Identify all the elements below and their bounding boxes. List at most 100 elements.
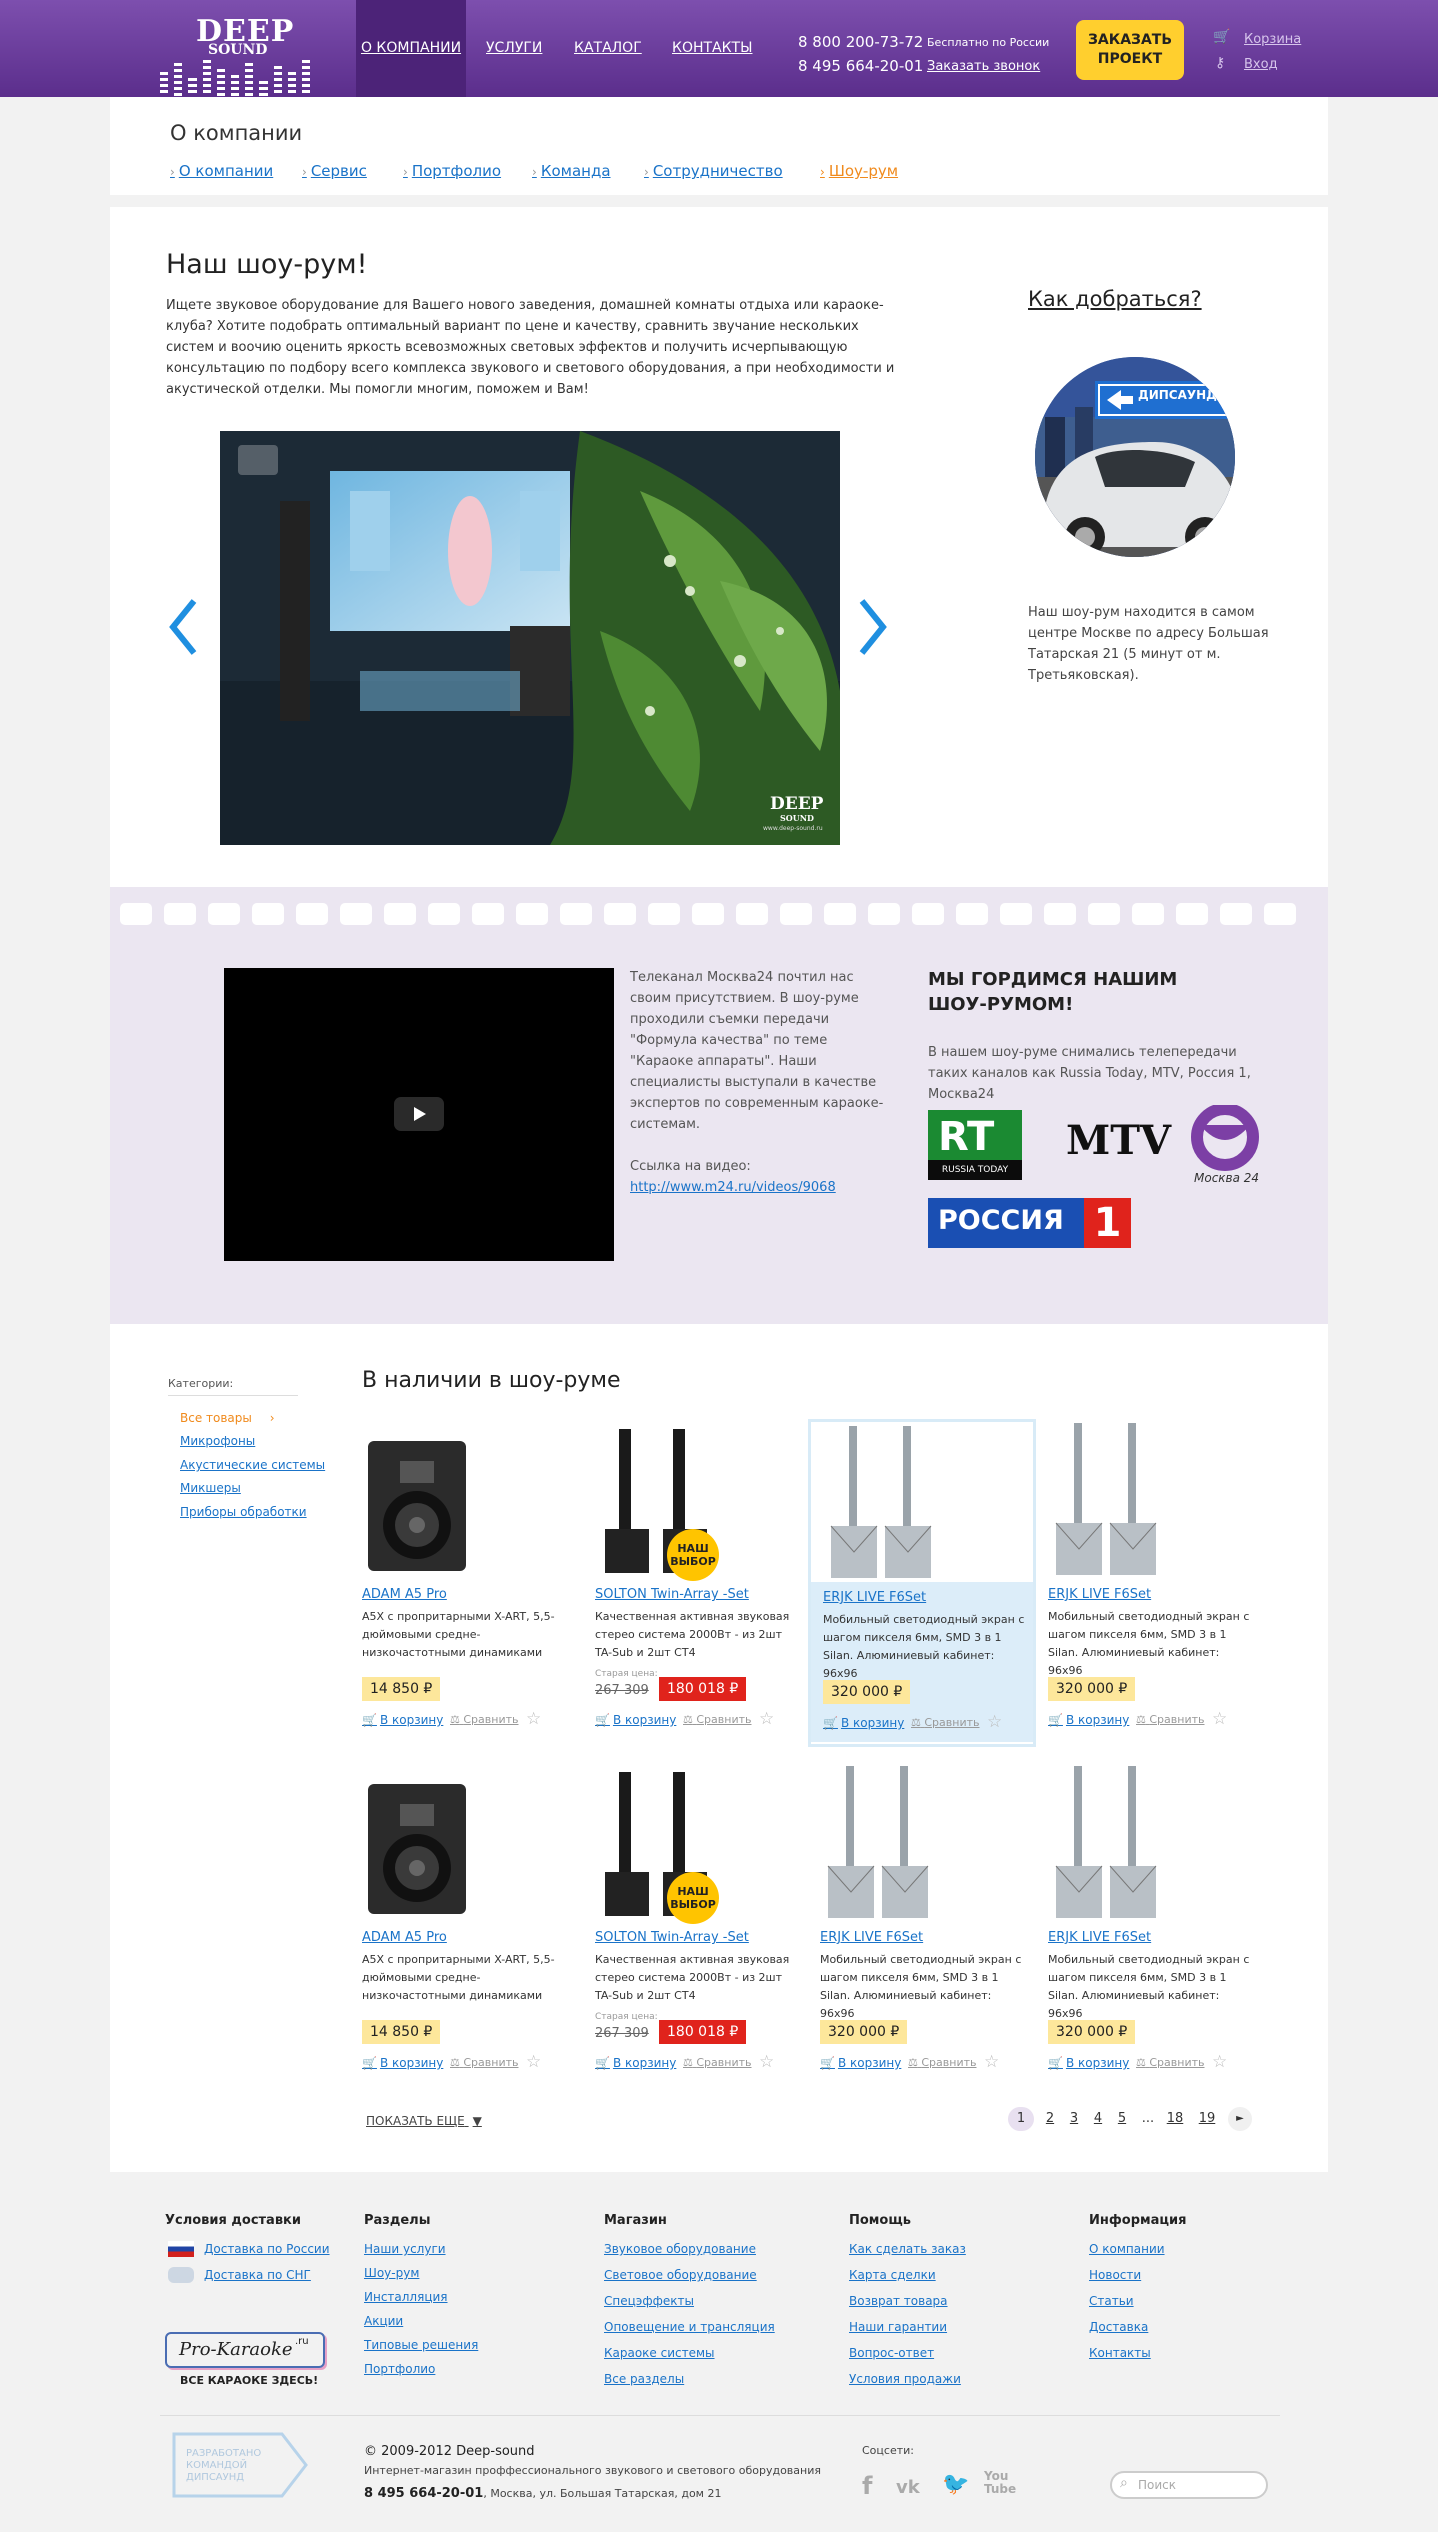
footer-link[interactable]: Караоке системы	[604, 2346, 715, 2360]
search-input[interactable]: Поиск	[1110, 2471, 1268, 2499]
compare-button[interactable]: ⚖ Сравнить	[450, 2056, 519, 2069]
play-icon[interactable]	[394, 1097, 444, 1131]
pro-karaoke-logo[interactable]: Pro-Karaoke .ru	[165, 2332, 325, 2368]
product-card[interactable]: ERJK LIVE F6Set Мобильный светодиодный эк…	[808, 1419, 1036, 1747]
footer-link[interactable]: Вопрос-ответ	[849, 2346, 934, 2360]
star-icon[interactable]: ☆	[1212, 1709, 1227, 1729]
nav-services[interactable]: УСЛУГИ	[486, 0, 542, 97]
category-processors[interactable]: Приборы обработки	[180, 1505, 307, 1519]
footer-link[interactable]: Новости	[1089, 2268, 1141, 2282]
star-icon[interactable]: ☆	[526, 2052, 541, 2072]
footer-link[interactable]: Оповещение и трансляция	[604, 2320, 775, 2334]
compare-button[interactable]: ⚖ Сравнить	[1136, 1713, 1205, 1726]
product-name[interactable]: ERJK LIVE F6Set	[1048, 1587, 1151, 1602]
footer-link[interactable]: Контакты	[1089, 2346, 1151, 2360]
footer-link[interactable]: Портфолио	[364, 2362, 435, 2376]
compare-button[interactable]: ⚖ Сравнить	[683, 2056, 752, 2069]
compare-button[interactable]: ⚖ Сравнить	[908, 2056, 977, 2069]
add-to-cart-button[interactable]: 🛒 В корзину	[1048, 2056, 1129, 2070]
youtube-icon[interactable]: You Tube	[984, 2470, 1016, 2496]
page-2[interactable]: 2	[1040, 2107, 1060, 2131]
location-photo[interactable]: ДИПСАУНД	[1035, 357, 1235, 557]
footer-link[interactable]: Инсталляция	[364, 2290, 448, 2304]
page-5[interactable]: 5	[1112, 2107, 1132, 2131]
product-name[interactable]: ADAM A5 Pro	[362, 1930, 447, 1945]
footer-link[interactable]: Возврат товара	[849, 2294, 948, 2308]
page-1[interactable]: 1	[1008, 2107, 1034, 2131]
add-to-cart-button[interactable]: 🛒 В корзину	[595, 2056, 676, 2070]
footer-link[interactable]: Все разделы	[604, 2372, 684, 2386]
footer-delivery-cis[interactable]: Доставка по СНГ	[204, 2268, 311, 2282]
submenu-company[interactable]: › О компании	[170, 162, 273, 180]
nav-contacts[interactable]: КОНТАКТЫ	[672, 0, 752, 97]
page-19[interactable]: 19	[1194, 2107, 1220, 2131]
submenu-portfolio[interactable]: › Портфолио	[403, 162, 501, 180]
footer-link[interactable]: Доставка	[1089, 2320, 1148, 2334]
star-icon[interactable]: ☆	[984, 2052, 999, 2072]
developer-badge[interactable]: РАЗРАБОТАНО КОМАНДОЙ ДИПСАУНД	[172, 2432, 308, 2498]
footer-link[interactable]: Условия продажи	[849, 2372, 961, 2386]
footer-link[interactable]: Как сделать заказ	[849, 2242, 966, 2256]
footer-link[interactable]: Карта сделки	[849, 2268, 936, 2282]
product-name[interactable]: SOLTON Twin-Array -Set	[595, 1930, 749, 1945]
submenu-service[interactable]: › Сервис	[302, 162, 367, 180]
category-all[interactable]: Все товары ›	[180, 1411, 275, 1425]
nav-company[interactable]: О КОМПАНИИ	[356, 0, 466, 107]
page-3[interactable]: 3	[1064, 2107, 1084, 2131]
page-18[interactable]: 18	[1162, 2107, 1188, 2131]
vk-icon[interactable]: vk	[896, 2477, 920, 2498]
compare-button[interactable]: ⚖ Сравнить	[1136, 2056, 1205, 2069]
footer-link[interactable]: Статьи	[1089, 2294, 1134, 2308]
footer-link[interactable]: Спецэффекты	[604, 2294, 694, 2308]
nav-catalog[interactable]: КАТАЛОГ	[574, 0, 642, 97]
compare-button[interactable]: ⚖ Сравнить	[911, 1716, 980, 1729]
product-name[interactable]: ERJK LIVE F6Set	[1048, 1930, 1151, 1945]
logo[interactable]: DEEP SOUND	[160, 14, 311, 96]
add-to-cart-button[interactable]: 🛒 В корзину	[362, 2056, 443, 2070]
page-next-button[interactable]: ►	[1228, 2107, 1252, 2131]
footer-link[interactable]: Звуковое оборудование	[604, 2242, 756, 2256]
product-card[interactable]: НАШ ВЫБОР SOLTON Twin-Array -Set Качественн…	[583, 1762, 811, 2090]
page-4[interactable]: 4	[1088, 2107, 1108, 2131]
product-card[interactable]: ADAM A5 Pro A5X с пропритарными X-ART, 5,…	[350, 1762, 578, 2090]
star-icon[interactable]: ☆	[987, 1712, 1002, 1732]
footer-link[interactable]: Шоу-рум	[364, 2266, 419, 2280]
footer-link[interactable]: Типовые решения	[364, 2338, 478, 2352]
product-card[interactable]: ERJK LIVE F6Set Мобильный светодиодный эк…	[808, 1762, 1036, 2090]
footer-link[interactable]: О компании	[1089, 2242, 1165, 2256]
add-to-cart-button[interactable]: 🛒 В корзину	[820, 2056, 901, 2070]
facebook-icon[interactable]: f	[862, 2472, 872, 2500]
add-to-cart-button[interactable]: 🛒 В корзину	[823, 1716, 904, 1730]
product-name[interactable]: ADAM A5 Pro	[362, 1587, 447, 1602]
cart-link[interactable]: Корзина	[1244, 32, 1301, 47]
submenu-showroom[interactable]: › Шоу-рум	[820, 162, 898, 180]
add-to-cart-button[interactable]: 🛒 В корзину	[595, 1713, 676, 1727]
slider-prev-arrow[interactable]	[168, 597, 198, 672]
product-name[interactable]: ERJK LIVE F6Set	[823, 1590, 926, 1605]
category-speakers[interactable]: Акустические системы	[180, 1458, 325, 1472]
login-link[interactable]: Вход	[1244, 57, 1278, 72]
show-more-button[interactable]: ПОКАЗАТЬ ЕЩЕ ▼	[366, 2114, 482, 2128]
add-to-cart-button[interactable]: 🛒 В корзину	[362, 1713, 443, 1727]
star-icon[interactable]: ☆	[759, 1709, 774, 1729]
add-to-cart-button[interactable]: 🛒 В корзину	[1048, 1713, 1129, 1727]
footer-link[interactable]: Наши гарантии	[849, 2320, 947, 2334]
how-to-get-link[interactable]: Как добраться?	[1028, 287, 1202, 311]
order-project-button[interactable]: ЗАКАЗАТЬ ПРОЕКТ	[1076, 20, 1184, 80]
product-card[interactable]: ERJK LIVE F6Set Мобильный светодиодный эк…	[1036, 1419, 1264, 1747]
footer-link[interactable]: Световое оборудование	[604, 2268, 757, 2282]
compare-button[interactable]: ⚖ Сравнить	[450, 1713, 519, 1726]
footer-link[interactable]: Наши услуги	[364, 2242, 446, 2256]
product-name[interactable]: SOLTON Twin-Array -Set	[595, 1587, 749, 1602]
product-name[interactable]: ERJK LIVE F6Set	[820, 1930, 923, 1945]
product-card[interactable]: ERJK LIVE F6Set Мобильный светодиодный эк…	[1036, 1762, 1264, 2090]
video-link[interactable]: http://www.m24.ru/videos/9068	[630, 1180, 836, 1195]
video-player[interactable]	[224, 968, 614, 1261]
category-mixers[interactable]: Микшеры	[180, 1481, 241, 1495]
callback-link[interactable]: Заказать звонок	[927, 59, 1040, 74]
product-card[interactable]: НАШ ВЫБОР SOLTON Twin-Array -Set Качественн…	[583, 1419, 811, 1747]
compare-button[interactable]: ⚖ Сравнить	[683, 1713, 752, 1726]
category-microphones[interactable]: Микрофоны	[180, 1434, 255, 1448]
slider-next-arrow[interactable]	[858, 597, 888, 672]
star-icon[interactable]: ☆	[526, 1709, 541, 1729]
